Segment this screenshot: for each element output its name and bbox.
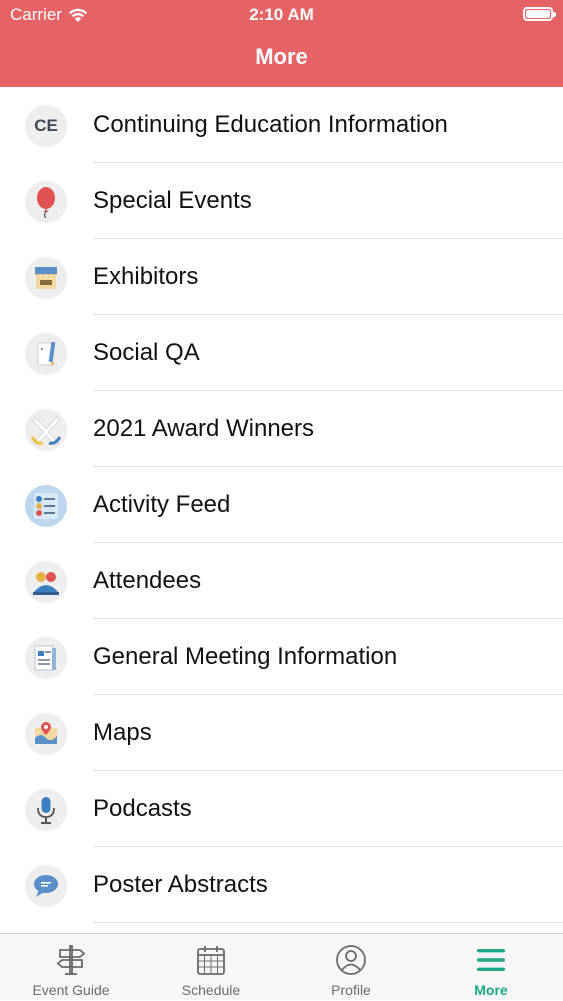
feed-list-icon: [25, 485, 67, 527]
menu-item-general-meeting-information[interactable]: General Meeting Information: [0, 619, 563, 695]
menu-item-label: Activity Feed: [93, 491, 231, 518]
menu-item-continuing-education[interactable]: CE Continuing Education Information: [0, 87, 563, 163]
status-bar: Carrier 2:10 AM: [0, 0, 563, 30]
tab-label: More: [474, 982, 508, 998]
menu-item-attendees[interactable]: Attendees: [0, 543, 563, 619]
ce-badge-icon: CE: [25, 105, 67, 147]
tab-label: Schedule: [181, 982, 241, 998]
page-title: More: [255, 44, 308, 69]
storefront-icon: [25, 257, 67, 299]
signpost-icon: [56, 945, 86, 975]
more-menu-list: CE Continuing Education Information Spec…: [0, 87, 563, 923]
menu-item-social-qa[interactable]: Social QA: [0, 315, 563, 391]
menu-item-podcasts[interactable]: Podcasts: [0, 771, 563, 847]
menu-item-label: Exhibitors: [93, 263, 199, 290]
menu-item-label: Podcasts: [93, 795, 192, 822]
row-divider: [93, 922, 563, 923]
menu-item-label: Maps: [93, 719, 152, 746]
user-circle-icon: [336, 945, 366, 975]
menu-item-poster-abstracts[interactable]: Poster Abstracts: [0, 847, 563, 923]
people-icon: [25, 561, 67, 603]
microphone-icon: [25, 789, 67, 831]
menu-item-label: General Meeting Information: [93, 643, 398, 670]
menu-item-label: Special Events: [93, 187, 252, 214]
document-icon: [25, 637, 67, 679]
hamburger-menu-icon: [477, 949, 505, 971]
pencil-note-icon: [25, 333, 67, 375]
menu-item-label: 2021 Award Winners: [93, 415, 315, 442]
ce-badge-text: CE: [34, 116, 58, 135]
speech-bubble-icon: [25, 865, 67, 907]
app-header: Carrier 2:10 AM More: [0, 0, 563, 87]
tab-more[interactable]: More: [421, 934, 561, 1001]
tab-schedule[interactable]: Schedule: [141, 934, 281, 1001]
ribbon-icon: [25, 409, 67, 451]
map-pin-icon: [25, 713, 67, 755]
menu-item-maps[interactable]: Maps: [0, 695, 563, 771]
menu-item-exhibitors[interactable]: Exhibitors: [0, 239, 563, 315]
menu-item-activity-feed[interactable]: Activity Feed: [0, 467, 563, 543]
menu-item-special-events[interactable]: Special Events: [0, 163, 563, 239]
balloon-icon: [25, 181, 67, 223]
status-time: 2:10 AM: [249, 5, 314, 24]
tab-bar: Event Guide Schedule Profile More: [0, 933, 563, 1000]
tab-profile[interactable]: Profile: [281, 934, 421, 1001]
tab-label: Event Guide: [32, 982, 110, 998]
menu-item-label: Continuing Education Information: [93, 111, 448, 138]
tab-event-guide[interactable]: Event Guide: [1, 934, 141, 1001]
calendar-icon: [197, 946, 225, 975]
battery-icon: [523, 7, 556, 21]
menu-item-label: Social QA: [93, 339, 200, 366]
menu-item-label: Attendees: [93, 567, 202, 594]
menu-item-award-winners[interactable]: 2021 Award Winners: [0, 391, 563, 467]
tab-label: Profile: [331, 982, 371, 998]
menu-item-label: Poster Abstracts: [93, 871, 268, 898]
